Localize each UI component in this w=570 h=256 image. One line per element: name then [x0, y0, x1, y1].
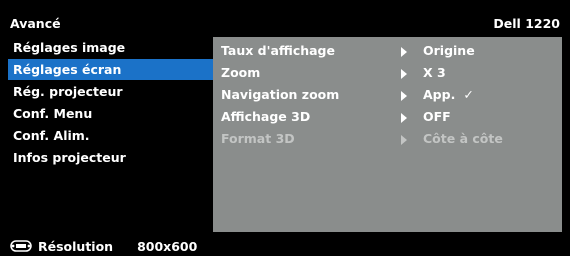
sidebar-item-conf-alim[interactable]: Conf. Alim.: [8, 125, 213, 146]
setting-row-affichage-3d[interactable]: Affichage 3D OFF: [213, 106, 562, 128]
setting-row-navigation-zoom[interactable]: Navigation zoom App. ✓: [213, 84, 562, 106]
resolution-label: Résolution: [38, 238, 114, 254]
sidebar-item-infos-projecteur[interactable]: Infos projecteur: [8, 147, 213, 168]
monitor-connector-icon: [8, 240, 34, 252]
setting-value-text: App.: [423, 87, 456, 102]
sidebar: Réglages image Réglages écran Rég. proje…: [8, 37, 213, 232]
setting-row-zoom[interactable]: Zoom X 3: [213, 62, 562, 84]
setting-value: Côte à côte: [423, 131, 503, 146]
checkmark-icon: ✓: [463, 87, 474, 102]
status-bar: Résolution 800x600: [8, 236, 562, 256]
osd-header: Avancé Dell 1220: [8, 9, 562, 37]
projector-model: Dell 1220: [493, 15, 560, 31]
right-triangle-icon: [401, 135, 407, 145]
sidebar-item-reglages-image[interactable]: Réglages image: [8, 37, 213, 58]
right-triangle-icon: [401, 113, 407, 123]
sidebar-item-reg-projecteur[interactable]: Rég. projecteur: [8, 81, 213, 102]
setting-value: Origine: [423, 43, 475, 58]
setting-value: App. ✓: [423, 87, 474, 102]
setting-label: Format 3D: [221, 131, 295, 146]
sidebar-item-conf-menu[interactable]: Conf. Menu: [8, 103, 213, 124]
settings-panel: Taux d'affichage Origine Zoom X 3 Naviga…: [213, 37, 562, 232]
menu-title: Avancé: [10, 15, 61, 31]
setting-label: Zoom: [221, 65, 261, 80]
setting-label: Navigation zoom: [221, 87, 340, 102]
setting-row-taux-affichage[interactable]: Taux d'affichage Origine: [213, 40, 562, 62]
setting-value: X 3: [423, 65, 446, 80]
right-triangle-icon: [401, 69, 407, 79]
setting-label: Affichage 3D: [221, 109, 311, 124]
setting-row-format-3d: Format 3D Côte à côte: [213, 128, 562, 150]
setting-label: Taux d'affichage: [221, 43, 335, 58]
setting-value: OFF: [423, 109, 451, 124]
right-triangle-icon: [401, 91, 407, 101]
sidebar-item-reglages-ecran[interactable]: Réglages écran: [8, 59, 213, 80]
right-triangle-icon: [401, 47, 407, 57]
resolution-value: 800x600: [137, 238, 198, 254]
osd-menu: Avancé Dell 1220 Réglages image Réglages…: [0, 0, 570, 256]
